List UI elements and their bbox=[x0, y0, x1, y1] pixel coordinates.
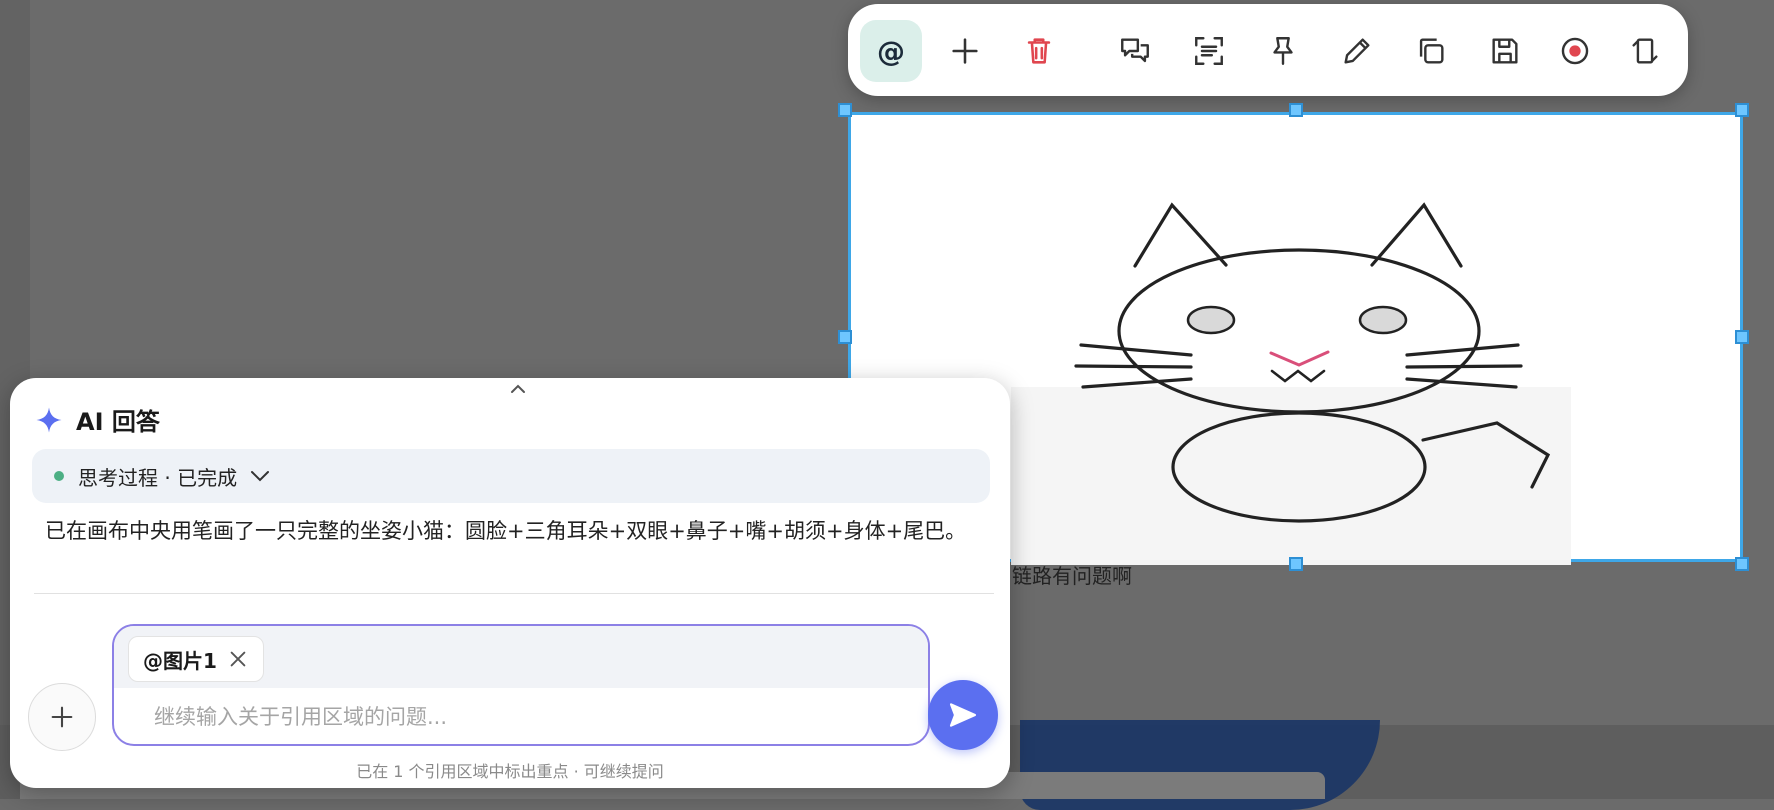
ai-answer-panel: AI 回答 思考过程 · 已完成 已在画布中央用笔画了一只完整的坐姿小猫：圆脸+… bbox=[10, 378, 1010, 788]
thinking-label: 思考过程 · 已完成 bbox=[78, 465, 238, 490]
delete-button[interactable] bbox=[1008, 20, 1070, 82]
add-button[interactable] bbox=[934, 20, 996, 82]
question-input-box: @图片1 bbox=[112, 624, 930, 746]
ai-header: AI 回答 bbox=[34, 402, 160, 437]
trash-icon bbox=[1027, 38, 1051, 64]
chevron-down-icon bbox=[249, 469, 271, 483]
copy-button[interactable] bbox=[1400, 20, 1462, 82]
chevron-up-icon bbox=[511, 384, 525, 393]
resize-handle-top[interactable] bbox=[1289, 103, 1303, 117]
status-text: 已在 1 个引用区域中标出重点 · 可继续提问 bbox=[356, 762, 664, 781]
pencil-icon bbox=[1344, 38, 1370, 64]
reference-chip-label: @图片1 bbox=[143, 648, 217, 673]
edit-button[interactable] bbox=[1326, 20, 1388, 82]
at-icon: @ bbox=[877, 34, 905, 68]
comment-button[interactable] bbox=[1104, 20, 1166, 82]
thinking-toggle[interactable]: 思考过程 · 已完成 bbox=[32, 449, 990, 503]
rotate-button[interactable] bbox=[1614, 20, 1676, 82]
chat-bubbles-icon bbox=[1121, 38, 1149, 63]
resize-handle-left[interactable] bbox=[838, 330, 852, 344]
image-toolbar: @ bbox=[848, 4, 1688, 96]
resize-handle-bottom-right[interactable] bbox=[1735, 557, 1749, 571]
remove-reference-button[interactable] bbox=[227, 648, 249, 670]
copy-icon bbox=[1419, 38, 1444, 64]
resize-handle-bottom[interactable] bbox=[1289, 557, 1303, 571]
resize-handle-right[interactable] bbox=[1735, 330, 1749, 344]
canvas-text: 链路有问题啊 bbox=[1012, 564, 1132, 588]
save-icon bbox=[1492, 38, 1518, 64]
record-button[interactable] bbox=[1544, 20, 1606, 82]
scan-text-button[interactable] bbox=[1178, 20, 1240, 82]
send-icon bbox=[949, 703, 977, 727]
answer-text: 已在画布中央用笔画了一只完整的坐姿小猫：圆脸+三角耳朵+双眼+鼻子+嘴+胡须+身… bbox=[45, 519, 967, 543]
status-dot bbox=[54, 471, 64, 481]
reference-area: @图片1 bbox=[114, 626, 928, 688]
plus-icon bbox=[51, 706, 73, 728]
mention-button[interactable]: @ bbox=[860, 20, 922, 82]
send-button[interactable] bbox=[928, 680, 998, 750]
add-attachment-button[interactable] bbox=[28, 683, 96, 751]
resize-handle-top-right[interactable] bbox=[1735, 103, 1749, 117]
divider bbox=[34, 593, 994, 594]
reference-chip[interactable]: @图片1 bbox=[128, 636, 264, 682]
record-icon bbox=[1561, 37, 1589, 65]
save-button[interactable] bbox=[1474, 20, 1536, 82]
rotate-icon bbox=[1632, 38, 1658, 64]
collapse-button[interactable] bbox=[500, 378, 536, 400]
pin-button[interactable] bbox=[1252, 20, 1314, 82]
ai-title: AI 回答 bbox=[76, 408, 160, 436]
plus-icon bbox=[952, 38, 978, 64]
question-input[interactable] bbox=[152, 696, 896, 738]
scan-text-icon bbox=[1195, 37, 1223, 65]
close-icon bbox=[230, 651, 246, 667]
resize-handle-top-left[interactable] bbox=[838, 103, 852, 117]
sparkle-icon bbox=[36, 407, 62, 432]
pin-icon bbox=[1273, 37, 1293, 65]
